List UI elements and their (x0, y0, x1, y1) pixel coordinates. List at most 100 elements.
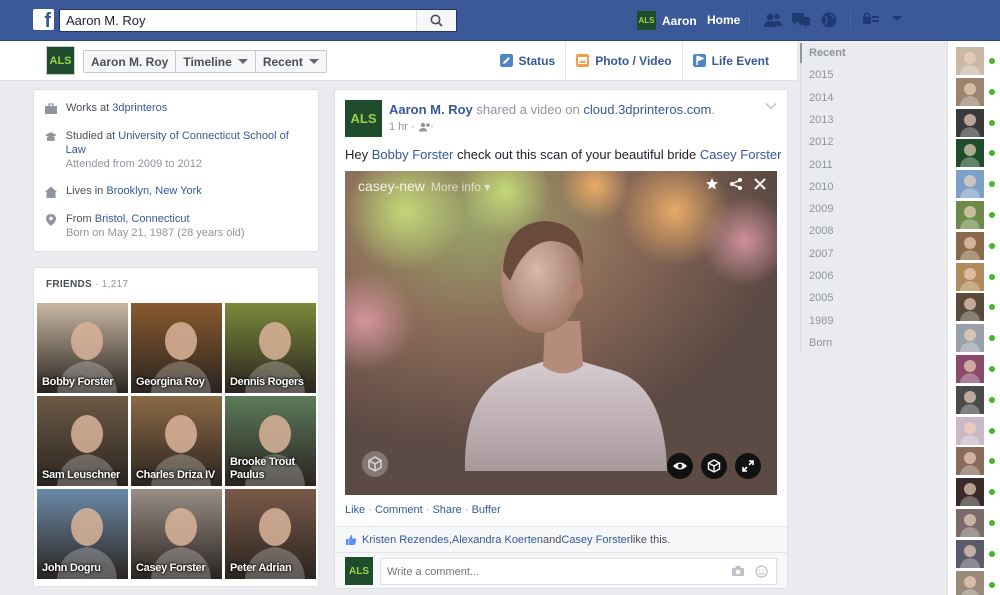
avatar[interactable]: ALS (46, 46, 75, 75)
photo-video-button[interactable]: Photo / Video (565, 41, 681, 80)
status-button[interactable]: Status (490, 41, 566, 80)
chat-contact[interactable] (956, 108, 1000, 137)
friend-name[interactable]: Casey Forster (136, 562, 206, 575)
scrubber-item-2009[interactable]: 2009 (809, 203, 833, 215)
liker-link[interactable]: Alexandra Koerten (452, 534, 543, 546)
chat-contact[interactable] (956, 478, 1000, 507)
site-link[interactable]: cloud.3dprinteros.com (583, 102, 711, 117)
chat-contact[interactable] (956, 324, 1000, 353)
3d-model-viewer[interactable]: casey-new More info ▾ (345, 171, 777, 495)
view-mode-button[interactable] (667, 453, 693, 479)
friend-requests-icon[interactable] (763, 11, 783, 29)
star-icon[interactable] (705, 177, 719, 191)
3d-mode-button[interactable] (701, 453, 727, 479)
friend-tile[interactable]: Peter Adrian (225, 489, 316, 579)
search-button[interactable] (416, 10, 456, 31)
scrubber-item-2011[interactable]: 2011 (809, 159, 833, 171)
friend-name[interactable]: Bobby Forster (42, 376, 114, 389)
current-city-link[interactable]: Brooklyn, New York (106, 185, 201, 197)
chat-contact[interactable] (956, 447, 1000, 476)
friend-tile[interactable]: Dennis Rogers (225, 303, 316, 393)
friend-name[interactable]: John Dogru (42, 562, 101, 575)
like-button[interactable]: Like (345, 504, 365, 516)
chat-contact[interactable] (956, 570, 1000, 595)
friend-name[interactable]: Sam Leuschner (42, 469, 120, 482)
post-time[interactable]: 1 hr · (389, 121, 415, 133)
scrubber-item-2005[interactable]: 2005 (809, 292, 833, 304)
share-icon[interactable] (729, 177, 743, 191)
home-link[interactable]: Home (707, 13, 740, 27)
scrubber-item-2010[interactable]: 2010 (809, 181, 833, 193)
recent-dropdown[interactable]: Recent (256, 51, 326, 72)
chat-contact[interactable] (956, 416, 1000, 445)
liker-link[interactable]: Casey Forster (561, 534, 630, 546)
timeline-dropdown[interactable]: Timeline (176, 51, 256, 72)
chat-contact[interactable] (956, 139, 1000, 168)
profile-name-button[interactable]: Aaron M. Roy (84, 51, 177, 72)
chat-contact[interactable] (956, 77, 1000, 106)
search-input[interactable] (60, 10, 416, 31)
life-event-button[interactable]: Life Event (681, 41, 779, 80)
emoji-icon[interactable] (755, 565, 768, 578)
chat-contact[interactable] (956, 539, 1000, 568)
chat-contact[interactable] (956, 355, 1000, 383)
work-link[interactable]: 3dprinteros (112, 102, 167, 114)
friend-tile[interactable]: Bobby Forster (37, 303, 128, 393)
friend-name[interactable]: Dennis Rogers (230, 376, 304, 389)
friend-tile[interactable]: Georgina Roy (131, 303, 222, 393)
friend-tile[interactable]: Casey Forster (131, 489, 222, 579)
chat-contact[interactable] (956, 385, 1000, 414)
scrubber-item-2006[interactable]: 2006 (809, 270, 833, 282)
more-info-link[interactable]: More info ▾ (431, 180, 490, 194)
privacy-shortcuts[interactable] (862, 11, 902, 25)
facebook-logo-icon[interactable]: f (33, 9, 54, 30)
chat-contact[interactable] (956, 509, 1000, 537)
chat-contact[interactable] (956, 231, 1000, 260)
share-button[interactable]: Share (432, 504, 461, 516)
friend-name[interactable]: Peter Adrian (230, 562, 292, 575)
viewer-logo-icon[interactable] (362, 451, 388, 477)
chat-contact[interactable] (956, 201, 1000, 229)
globe-notifications-icon[interactable] (819, 11, 839, 29)
friend-tile[interactable]: Charles Driza IV (131, 396, 222, 486)
camera-icon[interactable] (731, 565, 745, 577)
comment-input[interactable] (381, 565, 731, 578)
fullscreen-button[interactable] (735, 453, 761, 479)
scrubber-item-born[interactable]: Born (809, 337, 832, 349)
mention-link[interactable]: Casey Forster (700, 147, 782, 162)
scrubber-item-2008[interactable]: 2008 (809, 225, 833, 237)
friend-tile[interactable]: Brooke Trout Paulus (225, 396, 316, 486)
chat-contact[interactable] (956, 262, 1000, 291)
friend-name[interactable]: Georgina Roy (136, 376, 205, 389)
chat-contact[interactable] (956, 47, 1000, 75)
comment-button[interactable]: Comment (375, 504, 423, 516)
scrubber-item-2015[interactable]: 2015 (809, 69, 833, 81)
avatar[interactable]: ALS (345, 100, 382, 137)
friend-name[interactable]: Brooke Trout Paulus (230, 456, 316, 482)
chat-contact[interactable] (956, 293, 1000, 322)
scrubber-item-1989[interactable]: 1989 (809, 315, 833, 327)
messages-icon[interactable] (791, 11, 811, 29)
video-title[interactable]: casey-new More info ▾ (358, 178, 490, 194)
buffer-button[interactable]: Buffer (472, 504, 501, 516)
scrubber-item-2013[interactable]: 2013 (809, 114, 833, 126)
chat-contact[interactable] (956, 170, 1000, 199)
chevron-down-icon[interactable] (765, 102, 777, 110)
friends-audience-icon[interactable] (418, 122, 434, 132)
scrubber-item-2014[interactable]: 2014 (809, 92, 833, 104)
liker-link[interactable]: Kristen Rezendes (362, 534, 449, 546)
profile-link[interactable]: ALS Aaron (637, 11, 697, 30)
author-link[interactable]: Aaron M. Roy (389, 102, 473, 117)
friend-name[interactable]: Charles Driza IV (136, 469, 215, 482)
friends-heading[interactable]: FRIENDS · 1,217 (46, 279, 128, 290)
mention-link[interactable]: Bobby Forster (372, 147, 454, 162)
hometown-link[interactable]: Bristol, Connecticut (95, 213, 190, 225)
friend-tile[interactable]: John Dogru (37, 489, 128, 579)
scrubber-item-2012[interactable]: 2012 (809, 136, 833, 148)
friend-tile[interactable]: Sam Leuschner (37, 396, 128, 486)
close-icon[interactable] (753, 177, 767, 191)
avatar: ALS (637, 11, 656, 30)
scrubber-item-2007[interactable]: 2007 (809, 248, 833, 260)
status-label: Status (518, 53, 556, 68)
scrubber-item-recent[interactable]: Recent (809, 47, 846, 59)
